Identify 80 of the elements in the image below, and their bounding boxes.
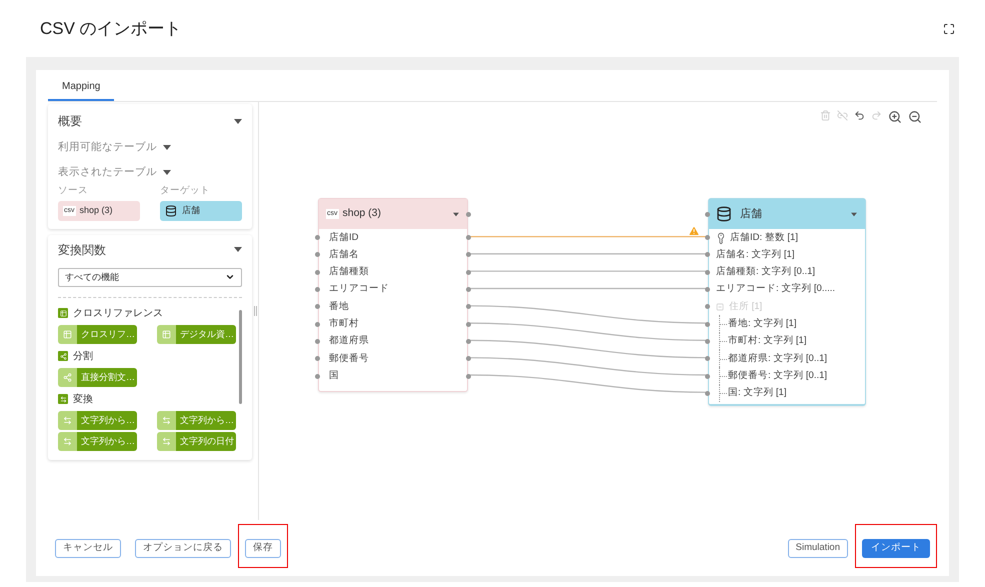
database-icon [165,204,177,217]
database-icon [716,206,732,222]
field-name: 市町村: 文字列 [1] [728,334,806,348]
collapse-caret-icon[interactable] [234,118,242,124]
connection-line[interactable] [469,357,707,376]
connection-line[interactable] [469,374,707,393]
outline-button[interactable]: キャンセル [55,538,121,558]
field-name: 店舗名 [329,248,359,262]
source-label: ソース [58,184,89,198]
share-icon [58,351,68,362]
field-name: 店舗種類 [329,265,369,280]
function-label: 文字列から… [77,410,137,430]
category-title: 分割 [73,350,93,364]
connection-line[interactable] [469,322,707,341]
connection-line[interactable] [469,340,707,358]
outline-button[interactable]: 保存 [245,538,281,558]
arrows-icon [157,410,176,430]
outline-button[interactable]: Simulation [788,538,848,558]
fullscreen-icon[interactable] [943,22,955,34]
connection-line[interactable] [469,288,707,290]
primary-button[interactable]: インポート [862,538,930,558]
target-label: ターゲット [160,184,211,198]
function-label: 文字列から… [77,432,137,451]
connection-line[interactable] [469,305,707,324]
source-table-name: shop (3) [80,204,113,217]
dialog-title: CSV のインポート [40,18,182,40]
field-name: 郵便番号 [329,352,369,366]
collapse-caret-icon[interactable] [234,247,242,252]
outline-button[interactable]: オプションに戻る [135,538,231,558]
scrollbar[interactable] [239,310,242,404]
connection-line[interactable] [469,270,707,272]
field-name: エリアコード: 文字列 [0..... [716,282,836,296]
table-icon [58,308,68,318]
arrows-icon [157,432,176,451]
field-name: 都道府県: 文字列 [0..1] [728,352,828,366]
function-filter-select[interactable]: すべての機能 [58,268,242,287]
field-name: 郵便番号: 文字列 [0..1] [728,368,828,383]
field-name: 国: 文字列 [1] [728,386,786,400]
field-name: 番地: 文字列 [1] [728,317,796,331]
zoom-in-icon[interactable] [888,110,902,124]
category-title: 変換 [73,392,93,407]
category-title: クロスリファレンス [73,306,163,321]
zoom-out-icon[interactable] [908,110,922,124]
field-name: 市町村 [329,317,359,331]
field-name: 店舗ID: 整数 [1] [730,230,798,245]
section-title: 概要 [58,113,82,130]
connection-line[interactable] [469,253,707,254]
field-name: 番地 [329,300,349,314]
tab[interactable]: Mapping [48,79,114,101]
section-title: 変換関数 [58,242,106,259]
collapse-icon[interactable] [716,302,724,311]
field-name: 店舗名: 文字列 [1] [716,248,794,262]
table-icon [157,324,176,344]
table-icon [58,324,77,344]
arrows-icon [58,432,77,451]
dropdown-label[interactable]: 利用可能なテーブル [58,140,157,156]
field-name: エリアコード [329,282,389,296]
share-icon [58,368,77,387]
field-name: 店舗ID [329,230,358,245]
arrows-icon [58,410,77,430]
caret-icon[interactable] [851,212,857,216]
node-title: shop (3) [342,206,382,222]
function-label: 文字列の日付 [176,432,236,451]
function-label: 直接分割文… [77,368,137,387]
splitter-handle[interactable] [254,306,256,316]
function-label: デジタル資… [176,324,236,344]
caret-icon[interactable] [163,170,171,176]
function-label: クロスリフ… [77,324,137,344]
field-name: 都道府県 [329,334,369,348]
field-name: 国 [329,368,339,383]
target-table-chip[interactable]: 店舗 [160,200,242,221]
target-table-name: 店舗 [182,204,200,217]
caret-icon[interactable] [163,145,171,150]
function-label: 文字列から… [176,410,236,430]
node-title: 店舗 [740,206,762,222]
caret-icon[interactable] [453,212,459,216]
undo-icon[interactable] [854,110,865,121]
field-name: 店舗種類: 文字列 [0..1] [716,265,816,280]
dropdown-label[interactable]: 表示されたテーブル [58,164,157,180]
arrows-icon [58,394,68,404]
